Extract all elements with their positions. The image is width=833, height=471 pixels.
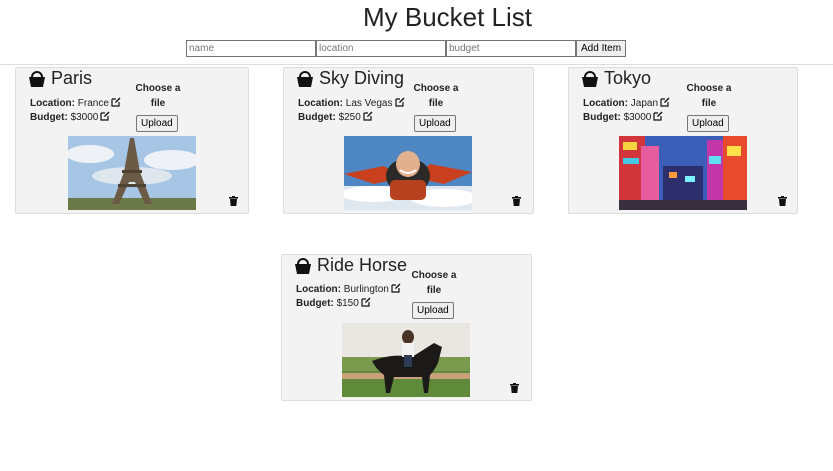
bucket-icon (29, 70, 45, 87)
location-input[interactable] (316, 40, 446, 57)
location-row: Location: Burlington (296, 283, 401, 297)
bucket-card: Tokyo Location: Japan Budget: $3000 Choo… (568, 67, 798, 214)
budget-row: Budget: $3000 (583, 111, 670, 125)
tokyo-street-photo (619, 136, 747, 210)
budget-label: Budget: (583, 112, 621, 123)
edit-location-icon[interactable] (394, 97, 405, 107)
edit-budget-icon[interactable] (363, 111, 373, 121)
add-item-form: Add Item (186, 40, 627, 57)
choose-file-label[interactable]: Choose a file (128, 81, 188, 111)
upload-button[interactable]: Upload (412, 302, 454, 319)
location-label: Location: (30, 98, 75, 109)
horse-rider-photo (342, 323, 470, 397)
bucket-icon (295, 257, 311, 274)
add-item-button[interactable]: Add Item (576, 40, 627, 57)
budget-value: $150 (336, 298, 359, 309)
location-row: Location: Las Vegas (298, 97, 405, 111)
budget-row: Budget: $250 (298, 111, 405, 125)
location-value: Burlington (343, 284, 389, 295)
upload-button[interactable]: Upload (414, 115, 456, 132)
budget-label: Budget: (30, 112, 68, 123)
header-divider (0, 64, 833, 65)
location-row: Location: Japan (583, 97, 670, 111)
bucket-icon (582, 70, 598, 87)
location-value: Las Vegas (345, 98, 393, 109)
name-input[interactable] (186, 40, 316, 57)
edit-location-icon[interactable] (111, 97, 121, 107)
item-name: Paris (51, 68, 93, 88)
bucket-card: Ride Horse Location: Burlington Budget: … (281, 254, 532, 401)
choose-file-label[interactable]: Choose a file (679, 81, 739, 111)
location-row: Location: France (30, 97, 121, 111)
choose-file-label[interactable]: Choose a file (406, 81, 466, 111)
skydiver-photo (344, 136, 472, 210)
item-name: Tokyo (604, 68, 652, 88)
edit-budget-icon[interactable] (100, 111, 110, 121)
upload-button[interactable]: Upload (687, 115, 729, 132)
upload-button[interactable]: Upload (136, 115, 178, 132)
delete-icon[interactable] (778, 196, 787, 206)
location-label: Location: (296, 284, 341, 295)
location-label: Location: (298, 98, 343, 109)
page-title: My Bucket List (362, 2, 533, 32)
budget-row: Budget: $150 (296, 297, 401, 311)
item-name: Ride Horse (317, 255, 408, 275)
bucket-icon (297, 70, 313, 87)
location-value: France (77, 98, 109, 109)
location-value: Japan (630, 98, 659, 109)
item-name: Sky Diving (319, 68, 405, 88)
location-label: Location: (583, 98, 628, 109)
budget-value: $250 (338, 112, 361, 123)
delete-icon[interactable] (229, 196, 238, 206)
bucket-card: Sky Diving Location: Las Vegas Budget: $… (283, 67, 534, 214)
bucket-card: Paris Location: France Budget: $3000 Cho… (15, 67, 249, 214)
budget-input[interactable] (446, 40, 576, 57)
edit-budget-icon[interactable] (653, 111, 663, 121)
eiffel-tower-photo (68, 136, 196, 210)
budget-label: Budget: (298, 112, 336, 123)
budget-value: $3000 (70, 112, 99, 123)
budget-value: $3000 (623, 112, 652, 123)
delete-icon[interactable] (512, 196, 521, 206)
budget-label: Budget: (296, 298, 334, 309)
edit-location-icon[interactable] (660, 97, 670, 107)
edit-budget-icon[interactable] (361, 297, 371, 307)
edit-location-icon[interactable] (391, 283, 401, 293)
choose-file-label[interactable]: Choose a file (404, 268, 464, 298)
delete-icon[interactable] (510, 383, 519, 393)
budget-row: Budget: $3000 (30, 111, 121, 125)
